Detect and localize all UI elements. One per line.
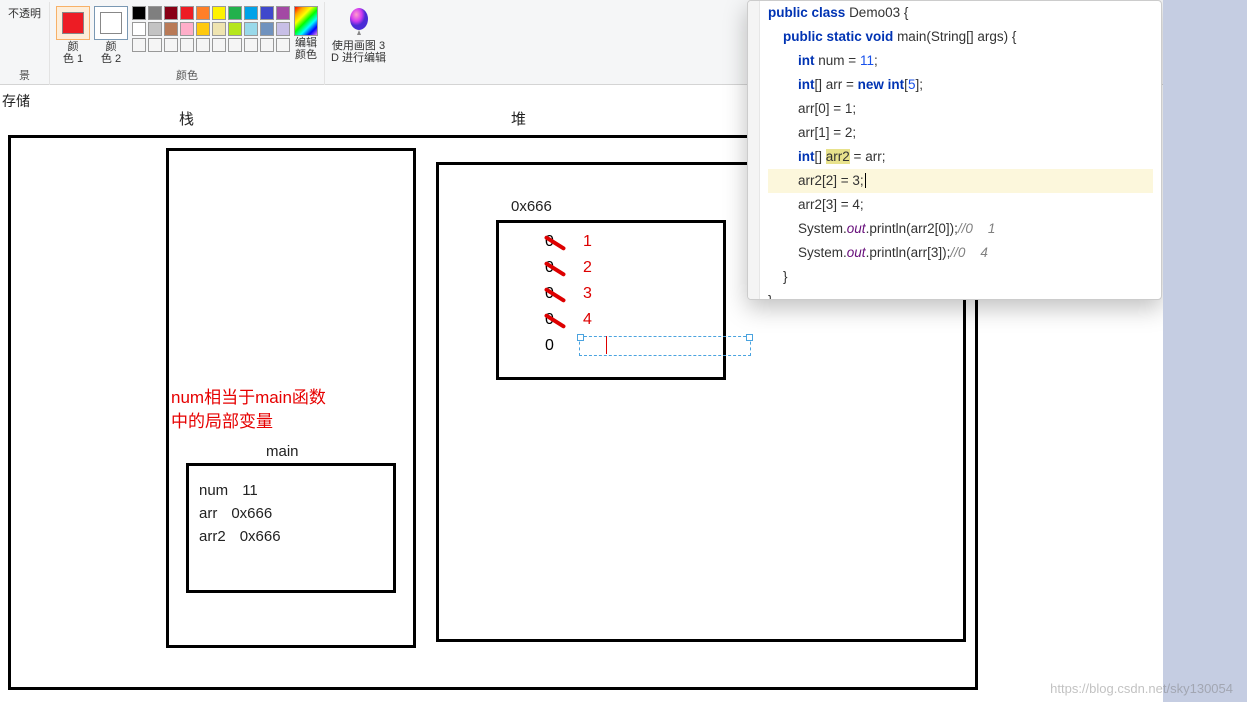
balloon-icon xyxy=(346,5,372,39)
heap-cell: 02 xyxy=(545,255,677,281)
paint3d-button[interactable]: 使用画图 3 D 进行编辑 xyxy=(331,4,386,64)
var-name: num xyxy=(199,482,228,499)
palette-color[interactable] xyxy=(148,38,162,52)
stack-var-row: num 11 xyxy=(199,482,383,499)
palette-color[interactable] xyxy=(196,22,210,36)
palette-color[interactable] xyxy=(212,6,226,20)
bg-group-label: 景 xyxy=(19,69,30,85)
red-annotation-l2: 中的局部变量 xyxy=(171,410,326,434)
watermark: https://blog.csdn.net/sky130054 xyxy=(1050,681,1233,696)
palette-color[interactable] xyxy=(132,6,146,20)
palette-color[interactable] xyxy=(148,6,162,20)
right-strip xyxy=(1163,0,1247,702)
paint3d-group: 使用画图 3 D 进行编辑 xyxy=(325,2,392,85)
edit-color-label: 编辑 颜色 xyxy=(295,37,317,61)
stack-title: 栈 xyxy=(179,108,194,129)
heap-new-value: 2 xyxy=(583,255,592,281)
stack-var-row: arr 0x666 xyxy=(199,505,383,522)
palette-color[interactable] xyxy=(228,6,242,20)
palette-color[interactable] xyxy=(180,22,194,36)
heap-address: 0x666 xyxy=(511,198,552,215)
main-frame-label: main xyxy=(266,443,299,460)
heap-title: 堆 xyxy=(511,108,526,129)
palette-color[interactable] xyxy=(164,22,178,36)
edit-color-button[interactable]: 编辑 颜色 xyxy=(294,4,318,61)
palette-color[interactable] xyxy=(260,22,274,36)
heap-new-value: 3 xyxy=(583,281,592,307)
heap-old-value: 0 xyxy=(545,337,554,354)
color1-button[interactable]: 颜 色 1 xyxy=(56,4,90,65)
palette-color[interactable] xyxy=(132,22,146,36)
palette-color[interactable] xyxy=(260,6,274,20)
palette-color[interactable] xyxy=(260,38,274,52)
text-cursor xyxy=(606,336,607,354)
var-name: arr xyxy=(199,505,217,522)
rainbow-icon xyxy=(294,6,318,36)
palette-color[interactable] xyxy=(228,38,242,52)
paint3d-label: 使用画图 3 D 进行编辑 xyxy=(331,40,386,64)
color2-label: 颜 色 2 xyxy=(101,41,121,65)
palette-color[interactable] xyxy=(180,6,194,20)
var-name: arr2 xyxy=(199,528,226,545)
palette-color[interactable] xyxy=(164,38,178,52)
code-body[interactable]: public class Demo03 { public static void… xyxy=(748,1,1161,300)
color-palette xyxy=(132,6,290,52)
palette-color[interactable] xyxy=(244,22,258,36)
palette-color[interactable] xyxy=(276,22,290,36)
code-gutter xyxy=(748,1,760,299)
red-annotation: num相当于main函数 中的局部变量 xyxy=(171,386,326,434)
color1-label: 颜 色 1 xyxy=(63,41,83,65)
heap-cell: 01 xyxy=(545,229,677,255)
palette-color[interactable] xyxy=(196,6,210,20)
heap-new-value: 4 xyxy=(583,307,592,333)
palette-color[interactable] xyxy=(244,38,258,52)
text-selection-box[interactable] xyxy=(579,336,751,356)
heap-cell: 03 xyxy=(545,281,677,307)
palette-color[interactable] xyxy=(228,22,242,36)
transparency-group: 不透明 景 xyxy=(0,2,50,85)
palette-color[interactable] xyxy=(276,6,290,20)
palette-color[interactable] xyxy=(148,22,162,36)
palette-color[interactable] xyxy=(276,38,290,52)
colors-group-label: 颜色 xyxy=(176,69,198,85)
palette-color[interactable] xyxy=(212,38,226,52)
color2-button[interactable]: 颜 色 2 xyxy=(94,4,128,65)
red-annotation-l1: num相当于main函数 xyxy=(171,386,326,410)
var-value: 0x666 xyxy=(231,505,272,522)
heap-array-box: 01020304 0 xyxy=(496,220,726,380)
palette-color[interactable] xyxy=(244,6,258,20)
heap-cell: 04 xyxy=(545,307,677,333)
code-editor-overlay: public class Demo03 { public static void… xyxy=(747,0,1162,300)
var-value: 0x666 xyxy=(240,528,281,545)
palette-color[interactable] xyxy=(212,22,226,36)
main-frame-box: num 11 arr 0x666 arr2 0x666 xyxy=(186,463,396,593)
colors-group: 颜 色 1 颜 色 2 编辑 颜色 颜色 xyxy=(50,2,325,85)
transparency-toggle[interactable]: 不透明 xyxy=(6,4,43,21)
var-value: 11 xyxy=(242,482,258,499)
heap-new-value: 1 xyxy=(583,229,592,255)
palette-color[interactable] xyxy=(196,38,210,52)
palette-color[interactable] xyxy=(132,38,146,52)
stack-var-row: arr2 0x666 xyxy=(199,528,383,545)
palette-color[interactable] xyxy=(164,6,178,20)
palette-color[interactable] xyxy=(180,38,194,52)
